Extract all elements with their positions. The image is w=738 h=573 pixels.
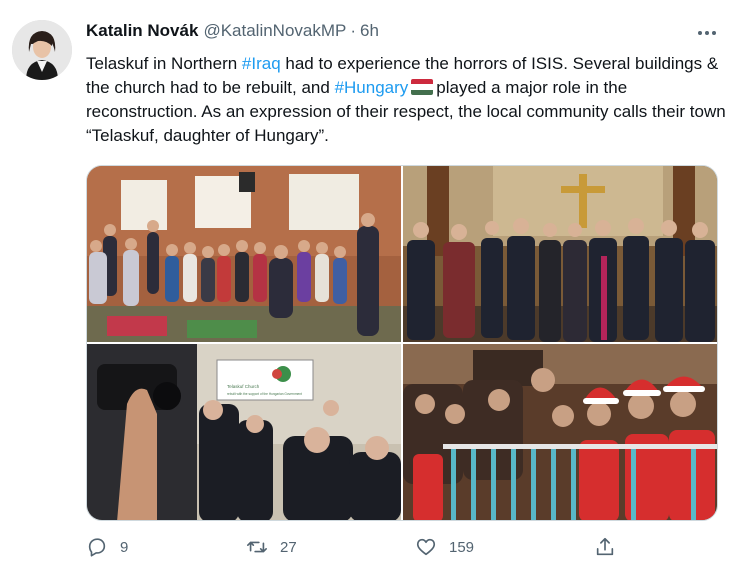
share-button[interactable] — [594, 536, 616, 558]
church-delegation-photo[interactable] — [403, 166, 717, 342]
plaque-text-line2: rebuilt with the support of the Hungaria… — [227, 392, 302, 396]
avatar[interactable] — [12, 20, 72, 80]
heart-icon — [415, 536, 437, 558]
author-name[interactable]: Katalin Novák — [86, 21, 198, 41]
tweet-text-part: Telaskuf in Northern — [86, 54, 242, 73]
media-grid: Telaskuf Church rebuilt with the support… — [86, 165, 718, 521]
children-group-photo[interactable] — [87, 166, 401, 342]
tweet-actions: 9 27 159 — [86, 536, 726, 560]
more-options-icon[interactable] — [692, 24, 722, 42]
retweet-count: 27 — [280, 538, 297, 556]
tweet-timestamp[interactable]: 6h — [360, 21, 379, 41]
plaque-text-line1: Telaskuf Church — [227, 384, 260, 389]
retweet-icon — [246, 536, 268, 558]
retweet-button[interactable]: 27 — [246, 536, 297, 558]
like-count: 159 — [449, 538, 475, 556]
reply-icon — [86, 536, 108, 558]
tweet: Katalin Novák @KatalinNovakMP · 6h Telas… — [0, 0, 738, 573]
hungary-flag-icon — [411, 79, 434, 95]
share-icon — [594, 536, 616, 558]
hashtag-hungary[interactable]: #Hungary — [335, 78, 409, 97]
separator-dot: · — [350, 21, 357, 40]
reply-count: 9 — [120, 538, 129, 556]
like-button[interactable]: 159 — [415, 536, 474, 558]
reply-button[interactable]: 9 — [86, 536, 128, 558]
plaque-unveiling-photo[interactable]: Telaskuf Church rebuilt with the support… — [87, 344, 401, 520]
hashtag-iraq[interactable]: #Iraq — [242, 54, 281, 73]
tweet-text: Telaskuf in Northern #Iraq had to experi… — [86, 52, 726, 148]
tweet-header: Katalin Novák @KatalinNovakMP · 6h — [86, 21, 379, 43]
author-handle[interactable]: @KatalinNovakMP — [203, 21, 346, 41]
children-santa-hats-photo[interactable] — [403, 344, 717, 520]
